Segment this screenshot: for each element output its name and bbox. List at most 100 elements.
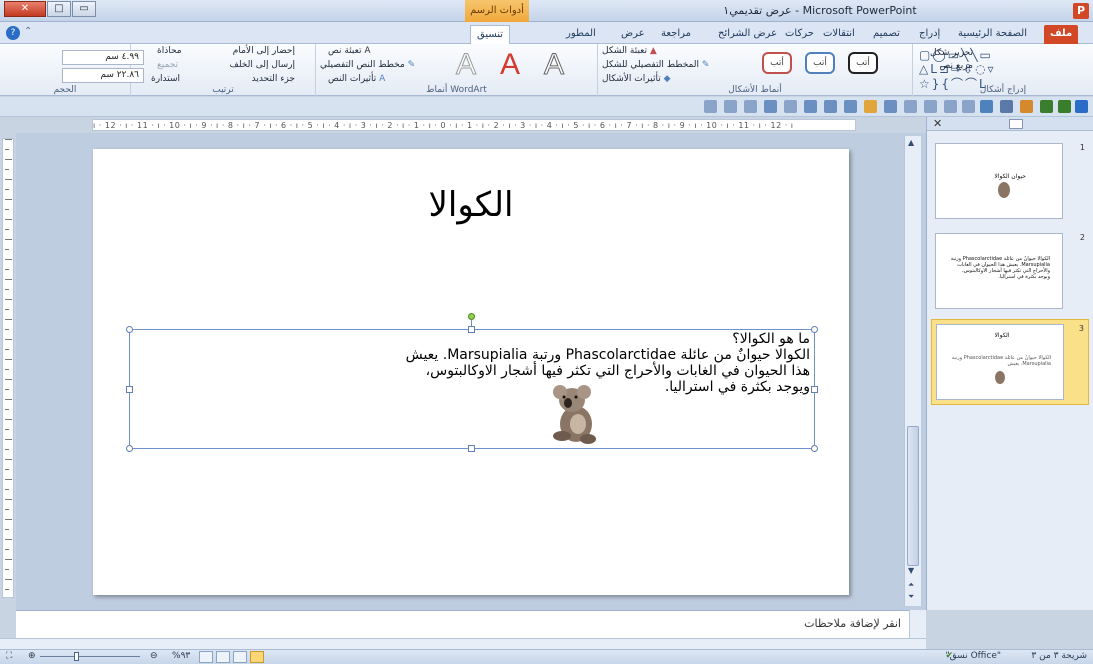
normal-view-button[interactable] [250, 651, 264, 663]
save-icon[interactable] [1075, 100, 1088, 113]
resize-handle-tl[interactable] [126, 326, 133, 333]
reading-view-button[interactable] [216, 651, 230, 663]
table-icon[interactable] [924, 100, 937, 113]
send-backward-button[interactable]: إرسال إلى الخلف [230, 60, 295, 70]
slide-thumbnail-2[interactable]: الكوالا حيوانٌ من عائلة Phascolarctidae … [931, 229, 1089, 315]
fit-to-window-icon[interactable]: ⛶ [6, 651, 12, 661]
slide-vertical-scrollbar[interactable]: ▲ ▼ ⏶ ⏷ [904, 136, 921, 606]
undo-icon[interactable] [1058, 100, 1071, 113]
slide-sorter-view-button[interactable] [233, 651, 247, 663]
ribbon-minimize-icon[interactable]: ⌃ [24, 26, 32, 37]
spelling-icon[interactable] [744, 100, 757, 113]
customize-qat-icon[interactable] [704, 100, 717, 113]
resize-handle-b[interactable] [468, 445, 475, 452]
tab-view[interactable]: عرض [615, 25, 651, 44]
tab-transitions[interactable]: انتقالات [817, 25, 861, 44]
shape-height-input[interactable]: ٤.٩٩ سم [62, 50, 144, 65]
shape-fill-button[interactable]: تعبئة الشكل ▲ [602, 46, 657, 56]
zoom-slider-knob[interactable] [74, 652, 79, 661]
resize-handle-tr[interactable] [811, 326, 818, 333]
text-outline-button[interactable]: مخطط النص التفصيلي ✎ [320, 60, 415, 70]
scroll-up-arrow[interactable]: ▲ [908, 138, 914, 147]
text-effects-button[interactable]: تأثيرات النص A [328, 74, 385, 84]
tab-slideshow[interactable]: عرض الشرائح [712, 25, 783, 44]
tab-home[interactable]: الصفحة الرئيسية [952, 25, 1033, 44]
bring-forward-button[interactable]: إحضار إلى الأمام [233, 46, 295, 56]
koala-image[interactable] [550, 384, 600, 446]
print-preview-icon[interactable] [764, 100, 777, 113]
selection-pane-button[interactable]: جزء التحديد [252, 74, 295, 84]
resize-handle-bl[interactable] [126, 445, 133, 452]
zoom-level[interactable]: %٩٣ [172, 651, 190, 661]
document-icon[interactable] [784, 100, 797, 113]
shape-style-2[interactable]: أتب [805, 52, 835, 74]
next-slide-icon[interactable]: ⏷ [908, 592, 914, 602]
notes-pane[interactable]: انقر لإضافة ملاحظات [16, 610, 909, 638]
zoom-in-icon[interactable]: ⊕ [28, 651, 36, 661]
group-button[interactable]: تجميع [157, 60, 178, 70]
thumbnail-number: 2 [1079, 233, 1085, 242]
rotation-handle[interactable] [468, 313, 475, 320]
slide-title[interactable]: الكوالا [93, 185, 849, 225]
zoom-slider[interactable] [40, 652, 140, 661]
chart-icon[interactable] [904, 100, 917, 113]
outline-tab-icon[interactable] [1009, 119, 1023, 129]
shape-style-1[interactable]: أتب [848, 52, 878, 74]
resize-handle-l[interactable] [126, 386, 133, 393]
slideshow-icon[interactable] [1020, 100, 1033, 113]
shape-width-input[interactable]: ٢٢.٨٦ سم [62, 68, 144, 83]
scroll-thumb[interactable] [907, 426, 919, 566]
slideshow-view-button[interactable] [199, 651, 213, 663]
close-button[interactable]: ✕ [4, 1, 46, 17]
tab-animations[interactable]: حركات [779, 25, 820, 44]
wordart-style-2[interactable]: A [500, 48, 520, 82]
tab-review[interactable]: مراجعة [655, 25, 697, 44]
resize-handle-r[interactable] [811, 386, 818, 393]
shape-effects-button[interactable]: تأثيرات الأشكال ◆ [602, 74, 671, 84]
align-button[interactable]: محاذاة [157, 46, 182, 56]
picture-icon[interactable] [884, 100, 897, 113]
horizontal-scrollbar[interactable] [0, 638, 926, 649]
edit-shape-button[interactable]: تحرير شكل [930, 48, 973, 58]
smartart-icon[interactable] [824, 100, 837, 113]
tab-insert[interactable]: إدراج [913, 25, 946, 44]
layout-icon[interactable] [962, 100, 975, 113]
resize-handle-br[interactable] [811, 445, 818, 452]
shape-outline-button[interactable]: المخطط التفصيلي للشكل ✎ [602, 60, 709, 70]
open-folder-icon[interactable] [864, 100, 877, 113]
rotate-button[interactable]: استدارة [151, 74, 180, 84]
text-fill-button[interactable]: تعبئة نص A [328, 46, 371, 56]
notes-scrollbar[interactable] [909, 610, 926, 638]
zoom-out-icon[interactable]: ⊖ [150, 651, 158, 661]
content-placeholder[interactable]: ما هو الكوالا؟ الكوالا حيوانٌ من عائلة P… [126, 313, 818, 452]
tab-design[interactable]: تصميم [867, 25, 906, 44]
image-icon[interactable] [844, 100, 857, 113]
scroll-down-arrow[interactable]: ▼ [908, 566, 914, 575]
maximize-button[interactable]: □ [47, 1, 71, 17]
shape-style-3[interactable]: أتب [762, 52, 792, 74]
slide-thumbnail-3[interactable]: الكوالا الكوالا حيوانٌ من عائلة Phascola… [931, 319, 1089, 405]
slide[interactable]: الكوالا ما هو الكوالا؟ الكوالا حيوانٌ من… [93, 149, 849, 595]
ruler-tick [5, 259, 12, 260]
redo-icon[interactable] [1040, 100, 1053, 113]
minimize-button[interactable]: ▭ [72, 1, 96, 17]
link-icon[interactable] [724, 100, 737, 113]
check-icon[interactable]: ✔ [945, 651, 953, 661]
tab-format[interactable]: تنسيق [470, 25, 511, 44]
wordart-style-3[interactable]: A [455, 48, 476, 82]
print-icon[interactable] [1000, 100, 1013, 113]
tab-file[interactable]: ملف [1044, 25, 1079, 44]
ruler-tick [5, 489, 9, 490]
new-slide-icon[interactable] [980, 100, 993, 113]
tab-developer[interactable]: المطور [560, 25, 602, 44]
slide-thumbnail-1[interactable]: حيوان الكوالا 1 [931, 139, 1089, 225]
previous-slide-icon[interactable]: ⏶ [908, 580, 914, 590]
close-pane-icon[interactable]: ✕ [933, 117, 942, 130]
clipart-icon[interactable] [804, 100, 817, 113]
wordart-style-1[interactable]: A [543, 48, 564, 82]
powerpoint-app-icon[interactable]: P [1073, 3, 1089, 19]
ruler-tick [5, 399, 12, 400]
help-icon[interactable]: ? [6, 26, 20, 40]
textbox-icon[interactable] [944, 100, 957, 113]
text-box-button[interactable]: مربع نص [940, 61, 973, 71]
